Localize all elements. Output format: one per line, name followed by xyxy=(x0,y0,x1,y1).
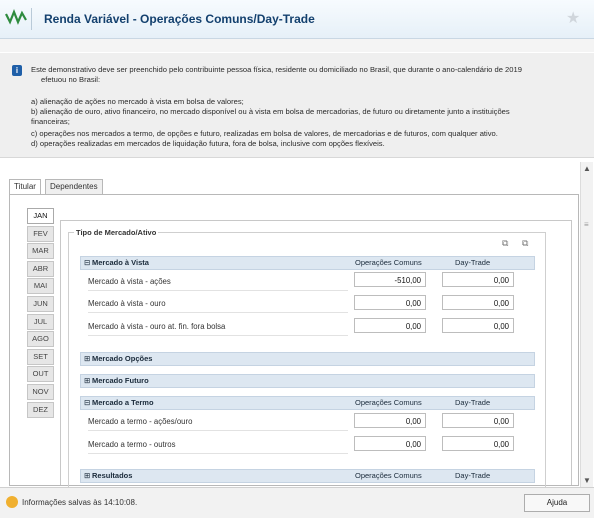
paste-icon[interactable]: ⧉ xyxy=(522,238,528,249)
column-header-comuns: Operações Comuns xyxy=(355,398,422,407)
info-item-a: a) alienação de ações no mercado à vista… xyxy=(31,97,244,106)
row-label-vista-ouro-fora: Mercado à vista - ouro at. fin. fora bol… xyxy=(88,322,226,331)
tab-titular[interactable]: Titular xyxy=(9,179,41,195)
scroll-thumb[interactable]: ≡ xyxy=(584,220,589,229)
row-divider xyxy=(88,312,348,313)
input-vista-ouro-daytrade[interactable]: 0,00 xyxy=(442,295,514,310)
info-panel: i Este demonstrativo deve ser preenchido… xyxy=(0,53,594,158)
section-label: Mercado à Vista xyxy=(92,258,149,267)
month-tab-abr[interactable]: ABR xyxy=(27,260,54,277)
input-vista-ouro-comuns[interactable]: 0,00 xyxy=(354,295,426,310)
tab-dependentes[interactable]: Dependentes xyxy=(45,179,103,194)
column-header-daytrade: Day-Trade xyxy=(455,398,491,407)
info-item-d: d) operações realizadas em mercados de l… xyxy=(31,139,385,148)
month-tab-out[interactable]: OUT xyxy=(27,366,54,383)
input-vista-acoes-comuns[interactable]: -510,00 xyxy=(354,272,426,287)
input-vista-ouro-fora-daytrade[interactable]: 0,00 xyxy=(442,318,514,333)
column-header-comuns: Operações Comuns xyxy=(355,258,422,267)
collapse-icon[interactable]: ⊟ xyxy=(84,257,90,269)
collapse-icon[interactable]: ⊟ xyxy=(84,397,90,409)
copy-icon[interactable]: ⧉ xyxy=(502,238,508,249)
month-tab-mar[interactable]: MAR xyxy=(27,243,54,260)
month-tab-set[interactable]: SET xyxy=(27,348,54,365)
month-tab-jun[interactable]: JUN xyxy=(27,295,54,312)
row-label-vista-acoes: Mercado à vista - ações xyxy=(88,277,171,286)
column-header-daytrade: Day-Trade xyxy=(455,471,491,480)
receita-logo-icon xyxy=(5,8,32,30)
info-item-c: c) operações nos mercados a termo, de op… xyxy=(31,129,498,138)
expand-icon[interactable]: ⊞ xyxy=(84,353,90,365)
row-divider xyxy=(88,290,348,291)
toolbar-strip xyxy=(0,39,594,52)
input-termo-outros-daytrade[interactable]: 0,00 xyxy=(442,436,514,451)
info-item-b-cont: financeiras; xyxy=(31,117,70,126)
month-tab-jan[interactable]: JAN xyxy=(27,208,54,224)
row-divider xyxy=(88,335,348,336)
row-label-termo-acoes: Mercado a termo - ações/ouro xyxy=(88,417,193,426)
column-header-daytrade: Day-Trade xyxy=(455,258,491,267)
month-tab-ago[interactable]: AGO xyxy=(27,331,54,348)
row-divider xyxy=(88,453,348,454)
vertical-scrollbar[interactable]: ▲ ≡ ▼ xyxy=(580,162,593,487)
row-divider xyxy=(88,430,348,431)
app-header: Renda Variável - Operações Comuns/Day-Tr… xyxy=(0,0,594,39)
section-label: Mercado a Termo xyxy=(92,398,154,407)
input-termo-outros-comuns[interactable]: 0,00 xyxy=(354,436,426,451)
expand-icon[interactable]: ⊞ xyxy=(84,375,90,387)
row-label-termo-outros: Mercado a termo - outros xyxy=(88,440,176,449)
scroll-down-icon[interactable]: ▼ xyxy=(583,476,591,485)
section-label: Mercado Futuro xyxy=(92,376,149,385)
section-mercado-futuro[interactable]: ⊞ Mercado Futuro xyxy=(80,374,535,388)
section-resultados[interactable]: ⊞ Resultados Operações Comuns Day-Trade xyxy=(80,469,535,483)
section-mercado-termo[interactable]: ⊟ Mercado a Termo Operações Comuns Day-T… xyxy=(80,396,535,410)
status-text: Informações salvas às 14:10:08. xyxy=(22,498,138,507)
save-status-icon xyxy=(6,496,18,508)
section-mercado-vista[interactable]: ⊟ Mercado à Vista Operações Comuns Day-T… xyxy=(80,256,535,270)
help-button[interactable]: Ajuda xyxy=(524,494,590,512)
input-termo-acoes-comuns[interactable]: 0,00 xyxy=(354,413,426,428)
info-item-b: b) alienação de ouro, ativo financeiro, … xyxy=(31,107,510,116)
section-label: Resultados xyxy=(92,471,133,480)
month-tab-fev[interactable]: FEV xyxy=(27,225,54,242)
row-label-vista-ouro: Mercado à vista - ouro xyxy=(88,299,166,308)
month-tab-nov[interactable]: NOV xyxy=(27,383,54,400)
month-tab-mai[interactable]: MAI xyxy=(27,278,54,295)
fieldset-label: Tipo de Mercado/Ativo xyxy=(74,228,159,237)
info-icon: i xyxy=(12,65,22,76)
info-intro-1: Este demonstrativo deve ser preenchido p… xyxy=(31,65,522,74)
month-tab-jul[interactable]: JUL xyxy=(27,313,54,330)
column-header-comuns: Operações Comuns xyxy=(355,471,422,480)
expand-icon[interactable]: ⊞ xyxy=(84,470,90,482)
section-label: Mercado Opções xyxy=(92,354,153,363)
section-mercado-opcoes[interactable]: ⊞ Mercado Opções xyxy=(80,352,535,366)
month-list: JAN FEV MAR ABR MAI JUN JUL AGO SET OUT … xyxy=(27,208,54,419)
input-vista-acoes-daytrade[interactable]: 0,00 xyxy=(442,272,514,287)
star-icon[interactable]: ★ xyxy=(566,8,580,28)
input-vista-ouro-fora-comuns[interactable]: 0,00 xyxy=(354,318,426,333)
page-title: Renda Variável - Operações Comuns/Day-Tr… xyxy=(44,12,315,26)
scroll-up-icon[interactable]: ▲ xyxy=(583,164,591,173)
month-tab-dez[interactable]: DEZ xyxy=(27,401,54,418)
info-intro-2: efetuou no Brasil: xyxy=(41,75,101,84)
input-termo-acoes-daytrade[interactable]: 0,00 xyxy=(442,413,514,428)
status-bar: Informações salvas às 14:10:08. Ajuda xyxy=(0,487,594,518)
